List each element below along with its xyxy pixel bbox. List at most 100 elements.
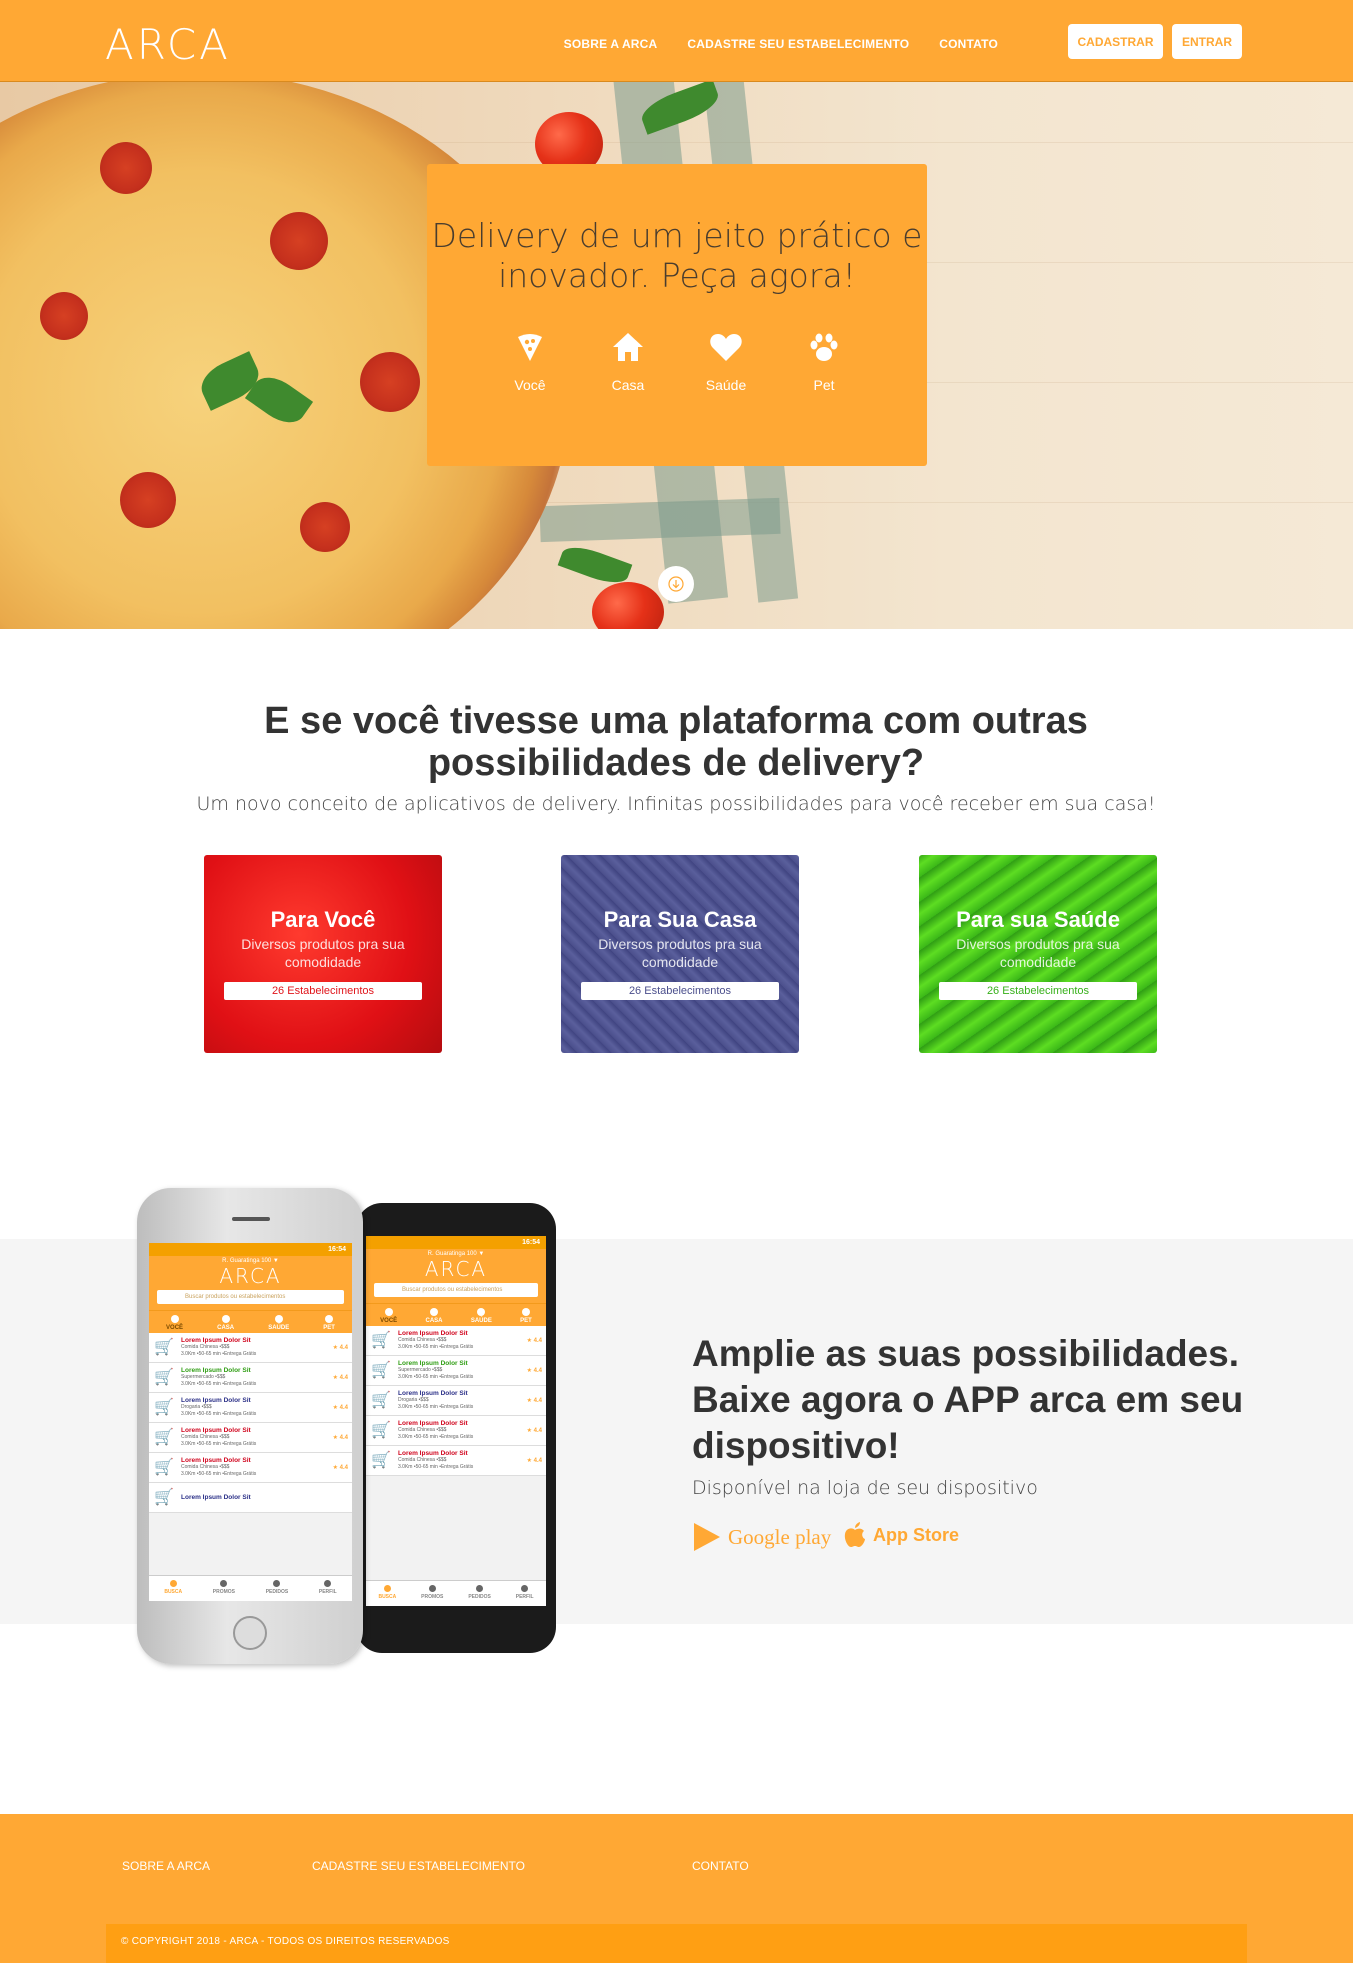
store-rating: ★ 4.4 (526, 1368, 542, 1374)
category-label: Casa (611, 377, 645, 393)
footer-link-sobre[interactable]: SOBRE A ARCA (122, 1859, 210, 1873)
card-title: Para Você (270, 907, 376, 932)
status-bar: 16:54 (366, 1236, 546, 1249)
hero-banner: Delivery de um jeito prático e inovador.… (0, 82, 1353, 629)
footer-link-cadastre-estabelecimento[interactable]: CADASTRE SEU ESTABELECIMENTO (312, 1859, 525, 1873)
store-name: Lorem Ipsum Dolor Sit (181, 1367, 251, 1374)
pepperoni (270, 212, 328, 270)
card-para-sua-saude[interactable]: Para sua Saúde Diversos produtos pra sua… (919, 855, 1157, 1053)
store-rating: ★ 4.4 (332, 1405, 348, 1411)
cart-icon: 🛒 (371, 1391, 391, 1409)
google-play-link[interactable]: Google play (692, 1521, 831, 1553)
establishments-badge[interactable]: 26 Estabelecimentos (224, 982, 422, 1000)
nav-link-cadastre-estabelecimento[interactable]: CADASTRE SEU ESTABELECIMENTO (687, 37, 909, 51)
app-tab: PET (520, 1308, 532, 1324)
app-tab: VOCÊ (380, 1308, 397, 1324)
app-logo: ARCA (424, 1257, 488, 1281)
pepperoni (120, 472, 176, 528)
pepperoni (360, 352, 420, 412)
footer-link-contato[interactable]: CONTATO (692, 1859, 749, 1873)
store-name: Lorem Ipsum Dolor Sit (181, 1427, 251, 1434)
heart-icon (710, 334, 742, 361)
app-store-link[interactable]: App Store (843, 1521, 959, 1549)
iphone-mockup: 16:54 R. Guaratinga 100 ▼ ARCA Buscar pr… (137, 1188, 363, 1664)
store-type: Supermercado •$$$ (181, 1374, 226, 1380)
app-tab: PET (323, 1315, 335, 1331)
app-tabs: VOCÊ CASA SAÚDE PET (149, 1310, 352, 1333)
card-para-voce[interactable]: Para Você Diversos produtos pra sua como… (204, 855, 442, 1053)
login-button[interactable]: ENTRAR (1172, 24, 1242, 59)
category-pet[interactable]: Pet (784, 329, 864, 395)
apple-icon (844, 1522, 865, 1547)
store-list-item: 🛒 Lorem Ipsum Dolor Sit Supermercado •$$$ 3… (366, 1356, 546, 1386)
store-info: 3.0Km •50-65 min •Entrega Grátis (398, 1434, 474, 1440)
cart-icon: 🛒 (154, 1428, 174, 1446)
store-name: Lorem Ipsum Dolor Sit (181, 1397, 251, 1404)
scroll-down-button[interactable] (658, 566, 694, 602)
app-tab: SAÚDE (471, 1308, 492, 1324)
store-list: 🛒 Lorem Ipsum Dolor Sit Comida Chinesa •$$… (149, 1333, 352, 1483)
top-header: ARCA SOBRE A ARCA CADASTRE SEU ESTABELEC… (0, 0, 1353, 82)
store-type: Drogaria •$$$ (181, 1404, 212, 1410)
store-list-item: 🛒 Lorem Ipsum Dolor Sit Comida Chinesa •$$… (366, 1446, 546, 1476)
category-label: Você (514, 377, 546, 393)
copyright: © COPYRIGHT 2018 - ARCA - TODOS OS DIREI… (106, 1924, 1247, 1963)
store-rating: ★ 4.4 (526, 1458, 542, 1464)
store-info: 3.0Km •50-65 min •Entrega Grátis (398, 1344, 474, 1350)
store-list-item: 🛒 Lorem Ipsum Dolor Sit Comida Chinesa •$$… (149, 1423, 352, 1453)
category-label: Pet (813, 377, 835, 393)
store-list-item: 🛒 Lorem Ipsum Dolor Sit Supermercado •$$$ 3… (149, 1363, 352, 1393)
store-type: Comida Chinesa •$$$ (181, 1344, 230, 1350)
store-info: 3.0Km •50-65 min •Entrega Grátis (398, 1464, 474, 1470)
cart-icon: 🛒 (154, 1458, 174, 1476)
nav-link-sobre[interactable]: SOBRE A ARCA (564, 37, 658, 51)
app-bottom-nav: BUSCA PROMOS PEDIDOS PERFIL (366, 1580, 546, 1606)
store-list-item: 🛒 Lorem Ipsum Dolor Sit Comida Chinesa •$$… (149, 1453, 352, 1483)
store-name: Lorem Ipsum Dolor Sit (398, 1360, 468, 1367)
cart-icon: 🛒 (371, 1361, 391, 1379)
store-rating: ★ 4.4 (526, 1338, 542, 1344)
store-rating: ★ 4.4 (526, 1428, 542, 1434)
app-subtitle: Disponível na loja de seu dispositivo (692, 1477, 1038, 1499)
card-title: Para Sua Casa (603, 907, 757, 932)
store-type: Comida Chinesa •$$$ (181, 1464, 230, 1470)
register-button[interactable]: CADASTRAR (1068, 24, 1163, 59)
pizza-slice-icon (518, 334, 542, 361)
category-voce[interactable]: Você (490, 329, 570, 395)
possibilities-title: E se você tivesse uma plataforma com out… (264, 700, 1088, 784)
app-search: Buscar produtos ou estabelecimentos (157, 1290, 344, 1304)
establishments-badge[interactable]: 26 Estabelecimentos (581, 982, 779, 1000)
store-rating: ★ 4.4 (332, 1465, 348, 1471)
app-header: R. Guaratinga 100 ▼ ARCA Buscar produtos… (149, 1256, 352, 1310)
cart-icon: 🛒 (154, 1488, 174, 1506)
category-casa[interactable]: Casa (588, 329, 668, 395)
nav-link-contato[interactable]: CONTATO (939, 37, 998, 51)
store-type: Comida Chinesa •$$$ (398, 1457, 447, 1463)
store-type: Comida Chinesa •$$$ (398, 1337, 447, 1343)
home-button (233, 1616, 267, 1650)
app-title: Amplie as suas possibilidades. Baixe ago… (692, 1333, 1244, 1466)
store-info: 3.0Km •50-65 min •Entrega Grátis (181, 1381, 257, 1387)
cart-icon: 🛒 (371, 1331, 391, 1349)
speaker (232, 1217, 270, 1221)
home-icon (613, 333, 643, 361)
card-title: Para sua Saúde (956, 907, 1120, 932)
store-list-item: 🛒 Lorem Ipsum Dolor Sit Comida Chinesa •$$… (366, 1326, 546, 1356)
store-info: 3.0Km •50-65 min •Entrega Grátis (181, 1351, 257, 1357)
card-description: Diversos produtos pra sua comodidade (956, 936, 1120, 970)
store-info: 3.0Km •50-65 min •Entrega Grátis (181, 1411, 257, 1417)
hero-card: Delivery de um jeito prático e inovador.… (427, 164, 927, 466)
app-tab: CASA (217, 1315, 234, 1331)
app-tab: VOCÊ (166, 1315, 183, 1331)
category-saude[interactable]: Saúde (686, 329, 766, 395)
app-header: R. Guaratinga 100 ▼ ARCA Buscar produtos… (366, 1249, 546, 1303)
establishments-badge[interactable]: 26 Estabelecimentos (939, 982, 1137, 1000)
tomato (592, 582, 664, 629)
store-name: Lorem Ipsum Dolor Sit (398, 1330, 468, 1337)
card-para-sua-casa[interactable]: Para Sua Casa Diversos produtos pra sua … (561, 855, 799, 1053)
store-list-item: 🛒 Lorem Ipsum Dolor Sit Comida Chinesa •$$… (149, 1333, 352, 1363)
pepperoni (100, 142, 152, 194)
arca-logo[interactable]: ARCA (105, 24, 231, 66)
store-type: Comida Chinesa •$$$ (398, 1427, 447, 1433)
store-info: 3.0Km •50-65 min •Entrega Grátis (398, 1374, 474, 1380)
